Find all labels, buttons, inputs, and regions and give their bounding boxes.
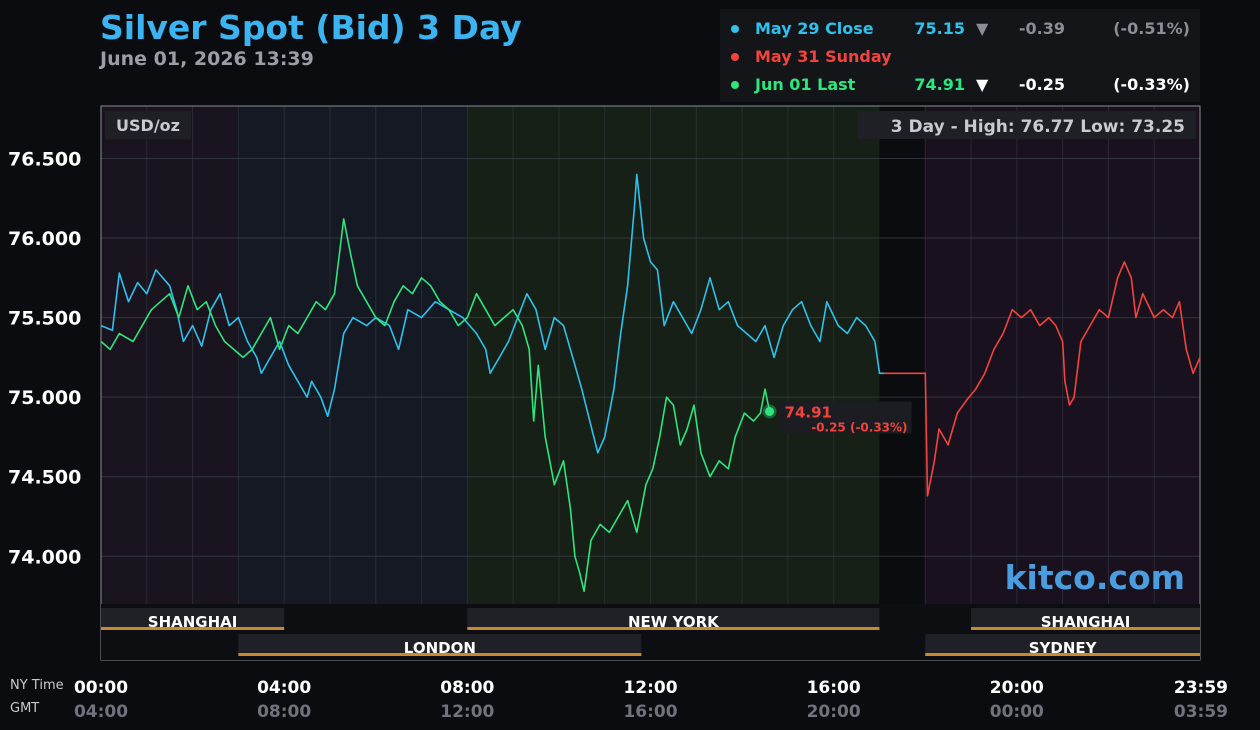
range-note: 3 Day - High: 76.77 Low: 73.25 — [891, 117, 1185, 137]
x-tick-label-gmt: 03:59 — [1174, 702, 1228, 722]
session-label: NEW YORK — [628, 613, 720, 631]
session-label: SYDNEY — [1029, 639, 1098, 657]
unit-label: USD/oz — [116, 116, 180, 135]
market-hours-band — [238, 106, 468, 604]
x-tick-label-gmt: 00:00 — [990, 702, 1044, 722]
x-tick-label-ny: 08:00 — [440, 678, 494, 698]
last-point-change: -0.25 (-0.33%) — [811, 420, 907, 434]
y-tick-label: 74.000 — [8, 546, 81, 568]
y-tick-label: 75.000 — [8, 387, 81, 409]
x-tick-label-ny: 04:00 — [257, 678, 311, 698]
x-axis-label-ny: NY Time — [10, 678, 64, 693]
x-tick-label-ny: 23:59 — [1174, 678, 1228, 698]
x-tick-label-gmt: 12:00 — [440, 702, 494, 722]
x-tick-label-ny: 16:00 — [807, 678, 861, 698]
y-tick-label: 74.500 — [8, 467, 81, 489]
session-label: SHANGHAI — [148, 613, 238, 631]
x-tick-label-gmt: 04:00 — [74, 702, 128, 722]
y-tick-label: 76.000 — [8, 228, 81, 250]
market-hours-band — [879, 106, 926, 604]
x-tick-label-ny: 00:00 — [74, 678, 128, 698]
x-tick-label-gmt: 20:00 — [807, 702, 861, 722]
watermark-logo: kitco.com — [1005, 558, 1185, 597]
x-tick-label-gmt: 08:00 — [257, 702, 311, 722]
session-label: SHANGHAI — [1041, 613, 1131, 631]
last-point-marker — [765, 406, 775, 416]
x-tick-label-ny: 12:00 — [623, 678, 677, 698]
market-hours-band — [101, 106, 239, 604]
x-axis-label-gmt: GMT — [10, 701, 39, 716]
x-tick-label-gmt: 16:00 — [623, 702, 677, 722]
y-tick-label: 76.500 — [8, 149, 81, 171]
x-tick-label-ny: 20:00 — [990, 678, 1044, 698]
y-tick-label: 75.500 — [8, 308, 81, 330]
session-label: LONDON — [404, 639, 476, 657]
last-point-value: 74.91 — [785, 403, 832, 421]
price-chart[interactable]: SHANGHAI NEW YORK SHANGHAI LONDON SYDNEY 74.… — [0, 0, 1260, 730]
